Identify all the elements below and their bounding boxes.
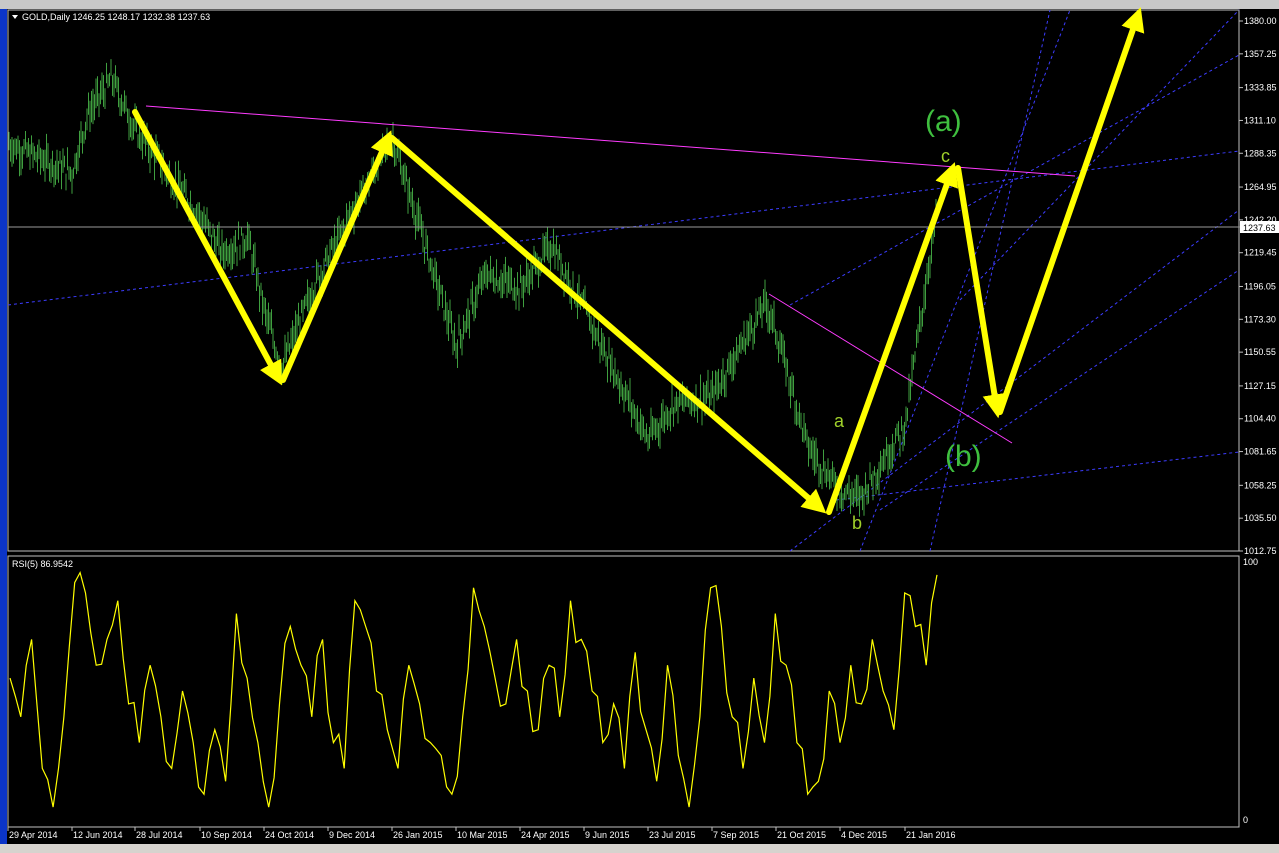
price-tick-label: 1288.35 xyxy=(1244,148,1277,158)
price-tick-label: 1058.25 xyxy=(1244,480,1277,490)
date-tick-label: 28 Jul 2014 xyxy=(136,830,183,840)
price-tick-label: 1081.65 xyxy=(1244,447,1277,457)
wave-label-a: (a) xyxy=(925,105,962,138)
price-pane[interactable]: GOLD,Daily 1246.25 1248.17 1232.38 1237.… xyxy=(7,7,1240,552)
date-tick-label: 10 Mar 2015 xyxy=(457,830,508,840)
price-tick-label: 1333.85 xyxy=(1244,83,1277,93)
rsi-tick-label: 0 xyxy=(1243,815,1248,825)
current-price-value: 1237.63 xyxy=(1243,223,1276,233)
rsi-header: RSI(5) 86.9542 xyxy=(12,559,73,569)
rsi-pane-frame xyxy=(7,555,1240,828)
wave-label-b: (b) xyxy=(945,440,982,473)
date-tick-label: 7 Sep 2015 xyxy=(713,830,759,840)
date-tick-label: 9 Dec 2014 xyxy=(329,830,375,840)
window-status-strip xyxy=(0,844,1279,853)
subwave-label-c: c xyxy=(941,146,950,166)
price-tick-label: 1380.00 xyxy=(1244,16,1277,26)
date-tick-label: 24 Apr 2015 xyxy=(521,830,570,840)
price-tick-label: 1173.30 xyxy=(1244,314,1276,324)
date-tick-label: 12 Jun 2014 xyxy=(73,830,123,840)
rsi-pane[interactable]: RSI(5) 86.9542 xyxy=(7,555,1240,828)
subwave-label-a: a xyxy=(834,411,845,431)
price-tick-label: 1264.95 xyxy=(1244,182,1277,192)
date-tick-label: 26 Jan 2015 xyxy=(393,830,443,840)
price-tick-label: 1150.55 xyxy=(1244,347,1276,357)
price-pane-frame xyxy=(7,9,1240,552)
price-tick-label: 1311.10 xyxy=(1244,115,1276,125)
subwave-label-b: b xyxy=(852,513,862,533)
price-tick-label: 1357.25 xyxy=(1244,49,1277,59)
price-tick-label: 1012.75 xyxy=(1244,546,1277,556)
date-tick-label: 21 Oct 2015 xyxy=(777,830,826,840)
symbol-header-group: GOLD,Daily 1246.25 1248.17 1232.38 1237.… xyxy=(12,12,210,22)
gold-daily-chart[interactable]: GOLD,Daily 1246.25 1248.17 1232.38 1237.… xyxy=(0,0,1279,853)
date-tick-label: 9 Jun 2015 xyxy=(585,830,630,840)
price-tick-label: 1104.40 xyxy=(1244,414,1276,424)
symbol-header: GOLD,Daily 1246.25 1248.17 1232.38 1237.… xyxy=(22,12,210,22)
date-tick-label: 4 Dec 2015 xyxy=(841,830,887,840)
date-tick-label: 21 Jan 2016 xyxy=(906,830,956,840)
price-tick-label: 1196.05 xyxy=(1244,281,1276,291)
current-price-tag: 1237.63 xyxy=(1240,221,1279,233)
date-tick-label: 24 Oct 2014 xyxy=(265,830,314,840)
price-tick-label: 1219.45 xyxy=(1244,248,1277,258)
rsi-tick-label: 100 xyxy=(1243,557,1258,567)
date-tick-label: 10 Sep 2014 xyxy=(201,830,252,840)
date-tick-label: 29 Apr 2014 xyxy=(9,830,58,840)
price-tick-label: 1127.15 xyxy=(1244,381,1276,391)
date-tick-label: 23 Jul 2015 xyxy=(649,830,696,840)
price-tick-label: 1035.50 xyxy=(1244,513,1277,523)
